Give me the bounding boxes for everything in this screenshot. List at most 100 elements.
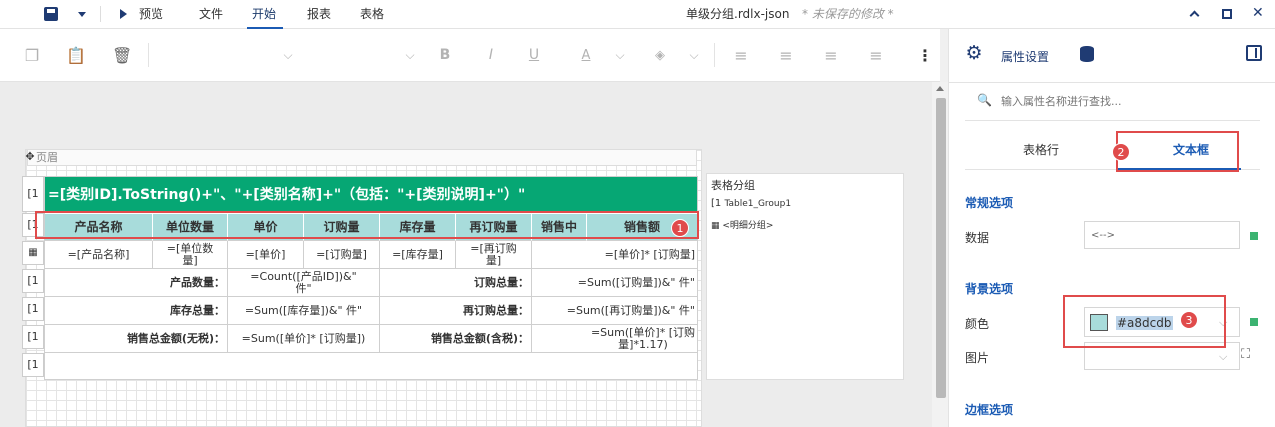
- preview-button[interactable]: 预览: [139, 0, 163, 29]
- menu-report[interactable]: 报表: [307, 0, 331, 29]
- highlight-header-row: [35, 211, 699, 239]
- bold-icon[interactable]: B: [437, 29, 453, 82]
- unsaved-indicator: * 未保存的修改 *: [802, 7, 894, 21]
- align-left-icon[interactable]: ≡: [733, 29, 749, 82]
- detail-cell-order-qty[interactable]: =[订购量]: [304, 241, 380, 269]
- align-center-icon[interactable]: ≡: [778, 29, 794, 82]
- paste-icon[interactable]: 📋: [66, 29, 86, 82]
- font-family-dropdown-icon[interactable]: ⌵: [280, 29, 296, 82]
- report-table[interactable]: =[类别ID].ToString()+"、"+[类别名称]+"（包括："+[类别…: [44, 176, 698, 380]
- footer-empty-row[interactable]: [45, 353, 697, 379]
- save-icon[interactable]: [44, 7, 58, 21]
- dropdown-arrow-icon[interactable]: [78, 12, 86, 17]
- separator: [148, 43, 149, 67]
- highlight-textbox-tab: [1116, 131, 1239, 172]
- tab-table-row[interactable]: 表格行: [1023, 141, 1059, 158]
- panel-header-divider: [949, 82, 1275, 83]
- badge-2: 2: [1112, 143, 1130, 161]
- separator: [714, 43, 715, 67]
- property-search-input[interactable]: [1001, 89, 1261, 113]
- footer-value-product-count[interactable]: =Count([产品ID])&" 件": [228, 269, 380, 297]
- search-icon: 🔍: [977, 93, 992, 107]
- footer-value-sales-no-tax[interactable]: =Sum([单价]* [订购量]): [228, 325, 380, 353]
- chevron-down-icon[interactable]: ⌵: [1219, 350, 1227, 364]
- group-item-detail[interactable]: ▦ <明细分组>: [711, 218, 773, 231]
- row-handle-footer4[interactable]: [1: [22, 353, 44, 377]
- detail-cell-reorder-qty[interactable]: =[再订购 量]: [456, 241, 532, 269]
- row-handle-footer2[interactable]: [1: [22, 297, 44, 321]
- color-status-indicator: [1250, 318, 1258, 326]
- footer-label-reorder-total[interactable]: 再订购总量：: [380, 297, 532, 325]
- font-color-dropdown-icon[interactable]: ⌵: [612, 29, 628, 82]
- footer-label-sales-with-tax[interactable]: 销售总金额(含税)：: [380, 325, 532, 353]
- group-item-label: Table1_Group1: [724, 199, 792, 209]
- footer-value-sales-with-tax[interactable]: =Sum([单价]* [订购 量]*1.17): [532, 325, 697, 353]
- menu-bar: 预览 文件 开始 报表 表格 单级分组.rdlx-json * 未保存的修改 *…: [0, 0, 1275, 29]
- chevron-up-icon[interactable]: [1189, 10, 1200, 21]
- footer-value-order-total[interactable]: =Sum([订购量])&" 件": [532, 269, 697, 297]
- play-icon: [120, 9, 127, 19]
- row-handle-detail-icon[interactable]: ▦: [22, 241, 44, 265]
- detail-cell-unit-price[interactable]: =[单价]: [228, 241, 304, 269]
- image-label: 图片: [965, 351, 990, 365]
- restore-window-icon[interactable]: [1222, 9, 1232, 19]
- fill-color-icon[interactable]: ◈: [652, 29, 668, 82]
- copy-icon[interactable]: ❐: [22, 29, 42, 82]
- underline-icon[interactable]: U: [526, 29, 542, 82]
- footer-label-product-count[interactable]: 产品数量：: [45, 269, 228, 297]
- tab-properties[interactable]: 属性设置: [1001, 48, 1049, 65]
- toolbar: ❐ 📋 🗑 ⌵ ⌵ B I U A ⌵ ◈ ⌵ ≡ ≡ ≡ ≡ ⋮: [0, 29, 940, 82]
- row-handle-title[interactable]: [1: [22, 176, 44, 212]
- properties-panel: ⚙ 属性设置 🔍 表格行 文本框 常规选项 数据 背景选项 颜色 #a8dcdb…: [948, 29, 1275, 427]
- detail-cell-sales-amount[interactable]: =[单价]* [订购量]: [532, 241, 697, 269]
- background-section-title: 背景选项: [965, 282, 1014, 296]
- menu-file[interactable]: 文件: [199, 0, 223, 29]
- search-divider: [965, 120, 1260, 121]
- detail-cell-unit-qty[interactable]: =[单位数 量]: [153, 241, 228, 269]
- gear-icon[interactable]: ⚙: [964, 43, 984, 63]
- group-panel: 表格分组 [1 Table1_Group1 ▦ <明细分组>: [706, 173, 904, 380]
- scrollbar-thumb[interactable]: [936, 98, 946, 398]
- footer-label-stock-total[interactable]: 库存总量：: [45, 297, 228, 325]
- document-title: 单级分组.rdlx-json: [686, 7, 790, 21]
- fill-color-dropdown-icon[interactable]: ⌵: [686, 29, 702, 82]
- delete-icon[interactable]: 🗑: [112, 29, 132, 82]
- move-handle-icon[interactable]: ✥: [24, 151, 36, 163]
- font-size-dropdown-icon[interactable]: ⌵: [402, 29, 418, 82]
- color-label: 颜色: [965, 317, 990, 331]
- detail-cell-product-name[interactable]: =[产品名称]: [45, 241, 153, 269]
- group-title-cell[interactable]: =[类别ID].ToString()+"、"+[类别名称]+"（包括："+[类别…: [45, 177, 697, 213]
- expand-icon[interactable]: ⛶: [1241, 347, 1250, 362]
- footer-value-stock-total[interactable]: =Sum([库存量])&" 件": [228, 297, 380, 325]
- footer-value-reorder-total[interactable]: =Sum([再订购量])&" 件": [532, 297, 697, 325]
- badge-3: 3: [1180, 311, 1198, 329]
- database-icon[interactable]: [1080, 46, 1094, 62]
- menu-table[interactable]: 表格: [360, 0, 384, 29]
- scroll-up-icon[interactable]: [936, 86, 944, 91]
- highlight-color-select: [1063, 295, 1226, 348]
- row-handle-footer1[interactable]: [1: [22, 269, 44, 293]
- group-item-prefix: [1: [711, 198, 722, 209]
- data-status-indicator: [1250, 232, 1258, 240]
- menu-home[interactable]: 开始: [252, 0, 276, 29]
- detail-cell-stock-qty[interactable]: =[库存量]: [380, 241, 456, 269]
- align-right-icon[interactable]: ≡: [823, 29, 839, 82]
- detail-grid-icon: ▦: [711, 221, 720, 231]
- page-header-band[interactable]: 页眉: [27, 149, 697, 166]
- data-label: 数据: [965, 231, 990, 245]
- separator: [100, 6, 101, 22]
- row-handle-footer3[interactable]: [1: [22, 325, 44, 349]
- data-input[interactable]: [1084, 221, 1240, 249]
- group-item-label: <明细分组>: [722, 221, 774, 231]
- footer-label-sales-no-tax[interactable]: 销售总金额(无税)：: [45, 325, 228, 353]
- panel-toggle-icon[interactable]: [1246, 45, 1262, 61]
- close-icon[interactable]: ✕: [1252, 5, 1264, 21]
- group-item-table1-group1[interactable]: [1 Table1_Group1: [711, 198, 791, 209]
- page-header-label: 页眉: [36, 151, 58, 164]
- justify-icon[interactable]: ≡: [868, 29, 884, 82]
- font-color-icon[interactable]: A: [578, 29, 594, 82]
- footer-label-order-total[interactable]: 订购总量：: [380, 269, 532, 297]
- general-section-title: 常规选项: [965, 196, 1014, 210]
- more-options-icon[interactable]: ⋮: [917, 29, 933, 82]
- italic-icon[interactable]: I: [483, 29, 499, 82]
